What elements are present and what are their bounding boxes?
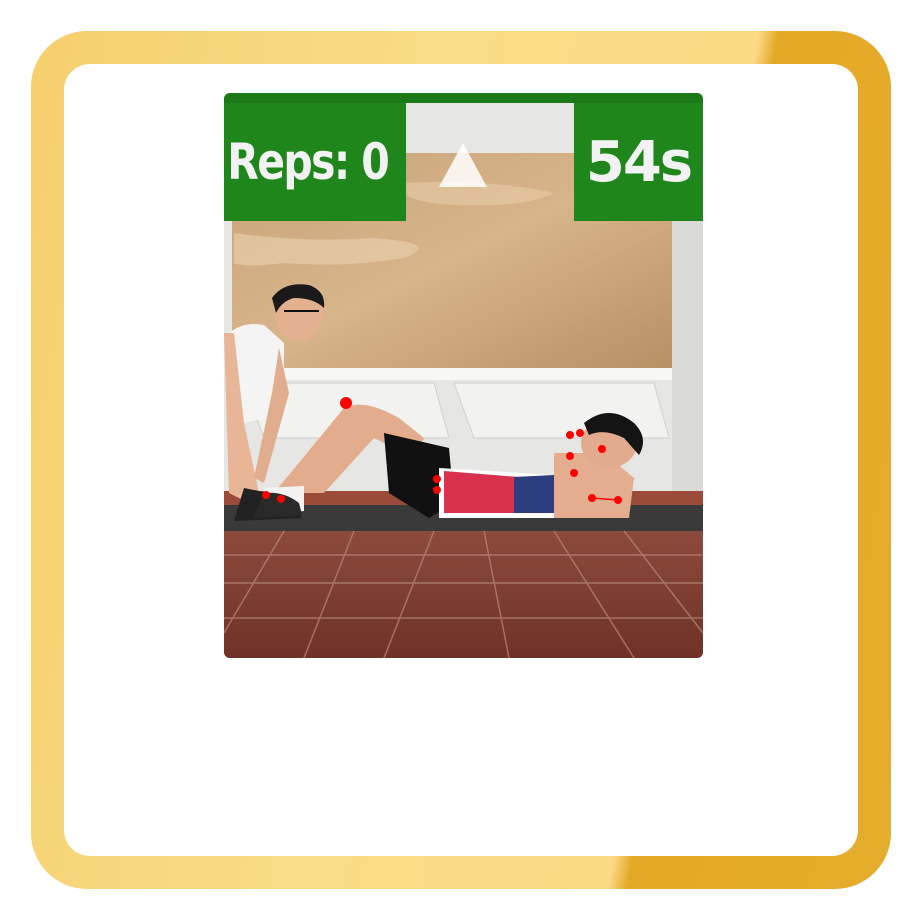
up-triangle-icon xyxy=(439,143,487,187)
exercise-video-feed: Reps: 0 54s xyxy=(224,93,703,658)
rep-counter: Reps: 0 xyxy=(224,103,407,221)
tile-floor xyxy=(224,531,703,658)
hud-top-bar xyxy=(224,93,703,103)
timer-display: 54s xyxy=(574,103,703,221)
